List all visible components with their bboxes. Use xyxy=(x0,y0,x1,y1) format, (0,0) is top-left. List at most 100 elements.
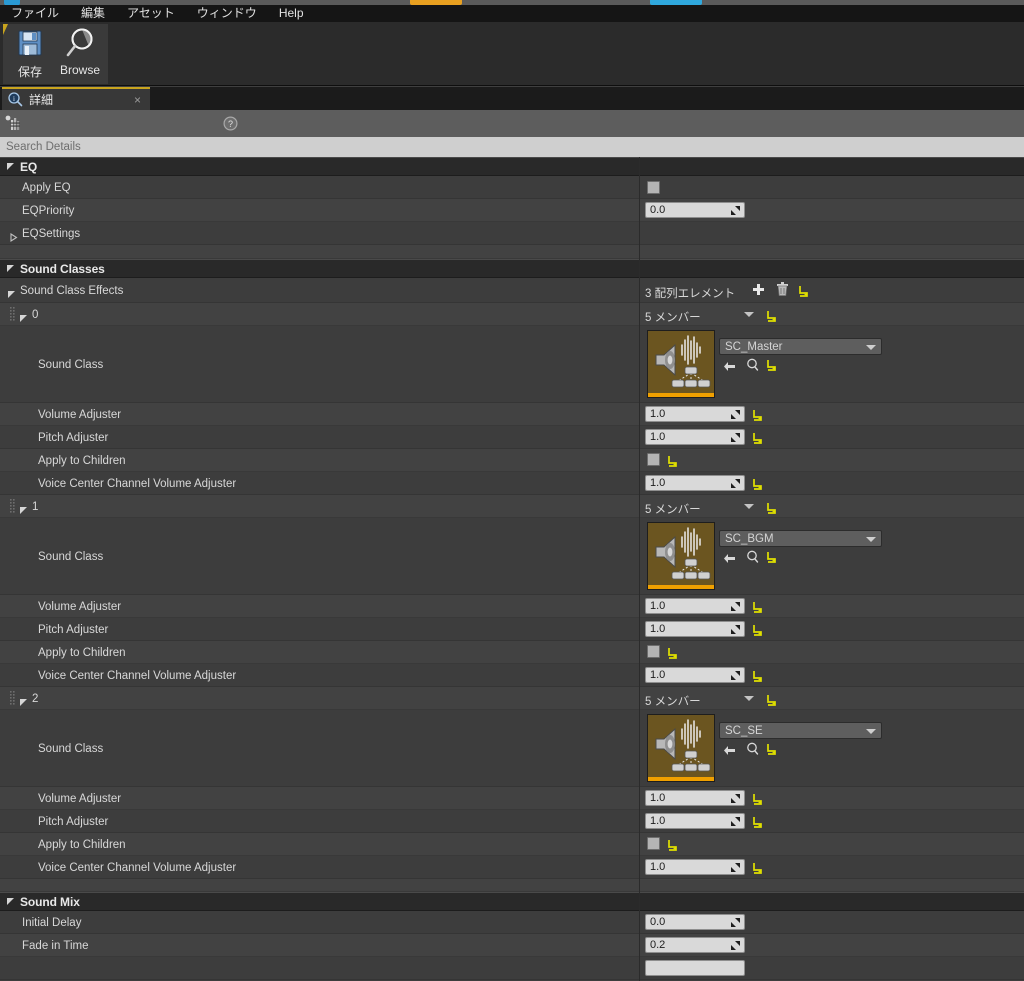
field-pitch-adjuster-0-value: 1.0 xyxy=(650,431,666,443)
close-icon[interactable]: × xyxy=(134,94,141,106)
reset-apply-to-children-2[interactable] xyxy=(667,839,678,851)
spinner-drag-icon[interactable] xyxy=(730,917,741,928)
reset-volume-adjuster-1[interactable] xyxy=(752,601,763,613)
browse-asset-button-1[interactable] xyxy=(746,550,759,568)
reset-apply-to-children-1[interactable] xyxy=(667,647,678,659)
menu-item-edit[interactable]: 編集 xyxy=(70,5,116,22)
field-fade-in-time[interactable]: 0.2 xyxy=(645,937,745,953)
sound-class-asset-combo-2[interactable]: SC_SE xyxy=(719,722,882,739)
spinner-drag-icon[interactable] xyxy=(730,670,741,681)
row-eq-priority-label: EQPriority xyxy=(22,204,75,217)
field-volume-adjuster-2[interactable]: 1.0 xyxy=(645,790,745,806)
field-voice-center-channel-volume-adjuster-1[interactable]: 1.0 xyxy=(645,667,745,683)
sound-class-asset-combo-0[interactable]: SC_Master xyxy=(719,338,882,355)
reset-voice-center-channel-volume-adjuster-2[interactable] xyxy=(752,862,763,874)
drag-handle-icon[interactable] xyxy=(10,307,15,322)
spinner-drag-icon[interactable] xyxy=(730,205,741,216)
sound-class-asset-combo-1[interactable]: SC_BGM xyxy=(719,530,882,547)
spinner-drag-icon[interactable] xyxy=(730,624,741,635)
member-dropdown-caret-2[interactable] xyxy=(744,696,754,701)
category-sound-classes-expander-icon[interactable] xyxy=(6,264,15,273)
field-pitch-adjuster-0[interactable]: 1.0 xyxy=(645,429,745,445)
checkbox-apply-to-children-1[interactable] xyxy=(647,645,660,658)
reset-pitch-adjuster-1[interactable] xyxy=(752,624,763,636)
menu-item-asset[interactable]: アセット xyxy=(116,5,186,22)
spinner-drag-icon[interactable] xyxy=(730,409,741,420)
member-dropdown-caret-0[interactable] xyxy=(744,312,754,317)
svg-text:i: i xyxy=(13,95,15,103)
sound-class-thumbnail-2[interactable] xyxy=(647,714,715,782)
menu-item-file[interactable]: ファイル xyxy=(0,5,70,22)
sound-class-reset-icon-2[interactable] xyxy=(766,743,777,755)
reset-volume-adjuster-0[interactable] xyxy=(752,409,763,421)
filter-settings-icon[interactable] xyxy=(5,115,21,132)
reset-voice-center-channel-volume-adjuster-0[interactable] xyxy=(752,478,763,490)
checkbox-apply-to-children-0[interactable] xyxy=(647,453,660,466)
field-voice-center-channel-volume-adjuster-0[interactable]: 1.0 xyxy=(645,475,745,491)
browse-asset-button-0[interactable] xyxy=(746,358,759,376)
array-element-1-expander-icon[interactable] xyxy=(19,506,28,515)
array-element-0-expander-icon[interactable] xyxy=(19,314,28,323)
array-element-0-reset-icon[interactable] xyxy=(766,310,777,322)
field-initial-delay[interactable]: 0.0 xyxy=(645,914,745,930)
category-sound-mix-expander-icon[interactable] xyxy=(6,897,15,906)
add-array-element-button[interactable] xyxy=(752,283,765,301)
sound-class-thumbnail-1[interactable] xyxy=(647,522,715,590)
eq-settings-expander-icon[interactable] xyxy=(9,232,18,243)
checkbox-apply-to-children-2[interactable] xyxy=(647,837,660,850)
use-selected-asset-button-0[interactable] xyxy=(723,359,736,377)
category-eq-expander-icon[interactable] xyxy=(6,162,15,171)
drag-handle-icon[interactable] xyxy=(10,691,15,706)
search-input[interactable] xyxy=(0,137,1024,157)
field-volume-adjuster-0[interactable]: 1.0 xyxy=(645,406,745,422)
browse-asset-button-2[interactable] xyxy=(746,742,759,760)
reset-voice-center-channel-volume-adjuster-1[interactable] xyxy=(752,670,763,682)
category-eq[interactable]: EQ xyxy=(0,157,1024,176)
reset-pitch-adjuster-2[interactable] xyxy=(752,816,763,828)
help-icon[interactable]: ? xyxy=(223,116,238,131)
reset-volume-adjuster-2[interactable] xyxy=(752,793,763,805)
field-volume-adjuster-1[interactable]: 1.0 xyxy=(645,598,745,614)
spinner-drag-icon[interactable] xyxy=(730,601,741,612)
sound-class-reset-icon-1[interactable] xyxy=(766,551,777,563)
toolbar-group: 保存 Browse xyxy=(3,24,108,84)
tab-details[interactable]: i 詳細 × xyxy=(2,87,150,110)
use-selected-asset-button-1[interactable] xyxy=(723,551,736,569)
delete-all-array-elements-button[interactable] xyxy=(776,282,789,301)
apply-eq-checkbox[interactable] xyxy=(647,181,660,194)
array-element-1-reset-icon[interactable] xyxy=(766,502,777,514)
spinner-drag-icon[interactable] xyxy=(730,793,741,804)
sound-class-effects-expander-icon[interactable] xyxy=(7,290,16,299)
spinner-drag-icon[interactable] xyxy=(730,432,741,443)
reset-apply-to-children-0[interactable] xyxy=(667,455,678,467)
member-count-label-1: 5 メンバー xyxy=(645,504,701,516)
eq-priority-field[interactable]: 0.0 xyxy=(645,202,745,218)
partial-number-field[interactable] xyxy=(645,960,745,976)
save-button[interactable]: 保存 xyxy=(5,28,55,80)
array-element-2-expander-icon[interactable] xyxy=(19,698,28,707)
field-pitch-adjuster-1[interactable]: 1.0 xyxy=(645,621,745,637)
field-pitch-adjuster-2[interactable]: 1.0 xyxy=(645,813,745,829)
category-sound-mix[interactable]: Sound Mix xyxy=(0,892,1024,911)
menu-item-help[interactable]: Help xyxy=(268,5,315,22)
sound-class-effects-reset-icon[interactable] xyxy=(798,285,809,297)
category-sound-classes[interactable]: Sound Classes xyxy=(0,259,1024,278)
row-eq-settings: EQSettings xyxy=(0,222,1024,245)
use-selected-asset-button-2[interactable] xyxy=(723,743,736,761)
member-dropdown-caret-1[interactable] xyxy=(744,504,754,509)
sound-class-thumbnail-0[interactable] xyxy=(647,330,715,398)
spinner-drag-icon[interactable] xyxy=(730,862,741,873)
browse-button[interactable]: Browse xyxy=(55,28,105,80)
spinner-drag-icon[interactable] xyxy=(730,478,741,489)
field-voice-center-channel-volume-adjuster-2[interactable]: 1.0 xyxy=(645,859,745,875)
spinner-drag-icon[interactable] xyxy=(730,940,741,951)
reset-pitch-adjuster-0[interactable] xyxy=(752,432,763,444)
array-element-2-reset-icon[interactable] xyxy=(766,694,777,706)
drag-handle-icon[interactable] xyxy=(10,499,15,514)
array-element-1-index-label: 1 xyxy=(32,500,39,513)
spinner-drag-icon[interactable] xyxy=(730,816,741,827)
row-sound-classes-filler xyxy=(0,879,1024,892)
sound-class-reset-icon-0[interactable] xyxy=(766,359,777,371)
column-splitter[interactable] xyxy=(639,157,640,981)
menu-item-window[interactable]: ウィンドウ xyxy=(186,5,268,22)
